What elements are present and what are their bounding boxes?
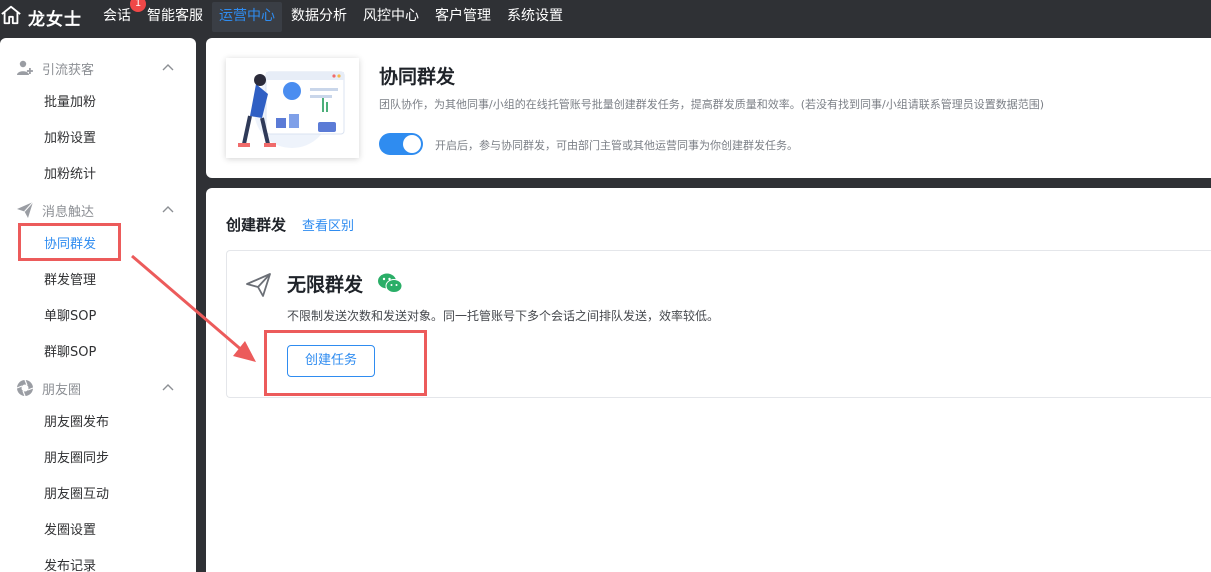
- sidebar-item-group-sop[interactable]: 群聊SOP: [0, 335, 196, 371]
- sidebar-item-moments-publish[interactable]: 朋友圈发布: [0, 405, 196, 441]
- sidebar: 引流获客 批量加粉 加粉设置 加粉统计 消息触达 协同群发 群发管理 单聊SOP…: [0, 38, 196, 572]
- nav-item-label: 运营中心: [219, 8, 275, 24]
- sidebar-item-bulk-add[interactable]: 批量加粉: [0, 85, 196, 121]
- nav-item-label: 客户管理: [435, 8, 491, 24]
- page-description: 团队协作，为其他同事/小组的在线托管账号批量创建群发任务，提高群发质量和效率。(…: [379, 98, 1044, 111]
- feature-illustration: [226, 58, 359, 158]
- nav-item-operations[interactable]: 运营中心: [212, 2, 282, 32]
- chevron-up-icon: [162, 384, 174, 391]
- top-nav: 龙女士 会话 1 智能客服 运营中心 数据分析 风控中心 客户管理 系统设置: [0, 0, 1211, 34]
- sidebar-group-moments[interactable]: 朋友圈: [0, 371, 196, 405]
- nav-item-label: 系统设置: [507, 8, 563, 24]
- sidebar-item-publish-history[interactable]: 发布记录: [0, 549, 196, 572]
- page-title: 协同群发: [379, 66, 456, 88]
- section-title: 创建群发: [226, 216, 287, 234]
- annotation-highlight-button: [264, 330, 427, 396]
- camera-shutter-icon: [16, 379, 34, 397]
- nav-item-label: 智能客服: [147, 8, 203, 24]
- toggle-description: 开启后，参与协同群发，可由部门主管或其他运营同事为你创建群发任务。: [435, 139, 798, 152]
- sidebar-item-single-sop[interactable]: 单聊SOP: [0, 299, 196, 335]
- nav-item-settings[interactable]: 系统设置: [500, 2, 570, 32]
- nav-item-label: 数据分析: [291, 8, 347, 24]
- sidebar-group-messaging[interactable]: 消息触达: [0, 193, 196, 227]
- home-icon: [0, 4, 22, 30]
- sidebar-item-moments-settings[interactable]: 发圈设置: [0, 513, 196, 549]
- sidebar-item-broadcast-manage[interactable]: 群发管理: [0, 263, 196, 299]
- nav-item-label: 风控中心: [363, 8, 419, 24]
- wechat-icon: [378, 273, 403, 293]
- annotation-highlight-menu: [18, 223, 121, 261]
- sidebar-group-label: 消息触达: [42, 204, 95, 220]
- sidebar-item-moments-interact[interactable]: 朋友圈互动: [0, 477, 196, 513]
- sidebar-group-label: 引流获客: [42, 62, 95, 78]
- brand-name: 龙女士: [28, 9, 82, 30]
- nav-item-analytics[interactable]: 数据分析: [284, 2, 354, 32]
- paper-plane-icon: [246, 273, 271, 297]
- sidebar-group-traffic[interactable]: 引流获客: [0, 51, 196, 85]
- sidebar-group-label: 朋友圈: [42, 382, 82, 398]
- chevron-up-icon: [162, 206, 174, 213]
- brand[interactable]: 龙女士: [0, 2, 82, 32]
- card-description: 不限制发送次数和发送对象。同一托管账号下多个会话之间排队发送，效率较低。: [287, 309, 720, 323]
- nav-item-label: 会话: [103, 8, 131, 24]
- nav-item-ai-service[interactable]: 智能客服: [140, 2, 210, 32]
- chevron-up-icon: [162, 64, 174, 71]
- nav-item-customers[interactable]: 客户管理: [428, 2, 498, 32]
- sidebar-item-add-settings[interactable]: 加粉设置: [0, 121, 196, 157]
- participate-toggle[interactable]: [379, 133, 423, 155]
- nav-item-chat[interactable]: 会话 1: [96, 0, 146, 32]
- nav-item-risk-control[interactable]: 风控中心: [356, 2, 426, 32]
- feature-header-card: 协同群发 团队协作，为其他同事/小组的在线托管账号批量创建群发任务，提高群发质量…: [206, 38, 1211, 178]
- view-difference-link[interactable]: 查看区别: [302, 215, 354, 234]
- sidebar-item-moments-sync[interactable]: 朋友圈同步: [0, 441, 196, 477]
- user-add-icon: [16, 59, 34, 77]
- paper-plane-icon: [16, 201, 34, 219]
- sidebar-item-add-stats[interactable]: 加粉统计: [0, 157, 196, 193]
- card-title: 无限群发: [287, 274, 364, 296]
